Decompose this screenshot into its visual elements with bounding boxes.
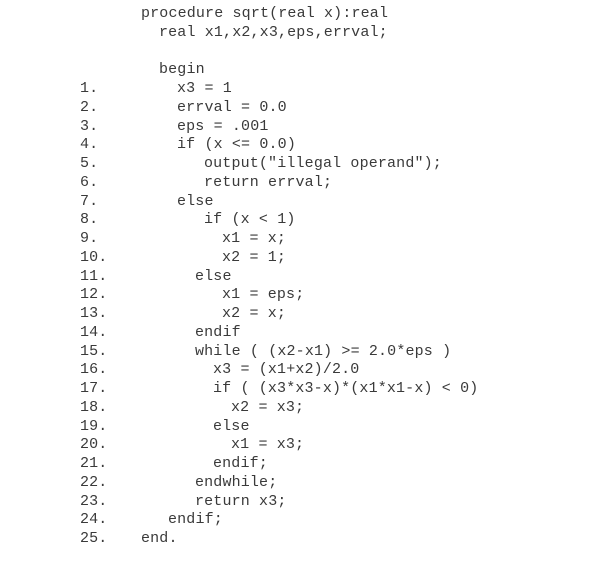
code-text: endif; bbox=[213, 455, 268, 472]
code-text: endif bbox=[195, 323, 241, 341]
code-text: x1 = x; bbox=[222, 230, 287, 247]
code-line: 6. return errval; bbox=[0, 174, 592, 193]
code-line: 21. endif; bbox=[0, 455, 592, 474]
code-line: 9. x1 = x; bbox=[0, 230, 592, 249]
code-line: 20. x1 = x3; bbox=[0, 436, 592, 455]
code-line: 16. x3 = (x1+x2)/2.0 bbox=[0, 361, 592, 380]
line-number: 2. bbox=[80, 98, 99, 116]
line-number: 11. bbox=[80, 267, 108, 285]
code-line: 7. else bbox=[0, 193, 592, 212]
code-line: 18. x2 = x3; bbox=[0, 399, 592, 418]
code-text: else bbox=[195, 267, 232, 285]
line-number: 13. bbox=[80, 305, 108, 322]
code-line: 4. if (x <= 0.0) bbox=[0, 136, 592, 155]
code-text: else bbox=[213, 417, 250, 435]
code-text: if (x < 1) bbox=[204, 211, 296, 229]
code-line: 5. output("illegal operand"); bbox=[0, 155, 592, 174]
line-number: 7. bbox=[80, 192, 99, 210]
line-number: 1. bbox=[80, 80, 99, 97]
code-text: errval = 0.0 bbox=[177, 98, 287, 116]
code-line: 25. end. bbox=[0, 530, 592, 549]
line-number: 22. bbox=[80, 473, 108, 491]
code-line: 3. eps = .001 bbox=[0, 118, 592, 137]
line-number: 21. bbox=[80, 455, 108, 472]
code-line: 14. endif bbox=[0, 324, 592, 343]
line-number: 9. bbox=[80, 230, 99, 247]
code-text: endif; bbox=[168, 511, 223, 529]
code-line: 24. endif; bbox=[0, 511, 592, 530]
code-line: 10. x2 = 1; bbox=[0, 249, 592, 268]
line-number: 14. bbox=[80, 323, 108, 341]
code-line: 17. if ( (x3*x3-x)*(x1*x1-x) < 0) bbox=[0, 380, 592, 399]
code-text: output("illegal operand"); bbox=[204, 155, 442, 172]
code-text: begin bbox=[159, 61, 205, 79]
line-number: 24. bbox=[80, 511, 108, 529]
code-text: x3 = 1 bbox=[177, 80, 232, 97]
code-line: 1. x3 = 1 bbox=[0, 80, 592, 99]
code-text: real x1,x2,x3,eps,errval; bbox=[159, 23, 388, 41]
line-number: 17. bbox=[80, 380, 108, 397]
line-number: 19. bbox=[80, 417, 108, 435]
line-number: 15. bbox=[80, 342, 108, 360]
line-number: 23. bbox=[80, 492, 108, 510]
code-text: x1 = eps; bbox=[222, 286, 305, 304]
code-line: 12. x1 = eps; bbox=[0, 286, 592, 305]
code-text: x2 = x3; bbox=[231, 398, 305, 416]
code-line: 19. else bbox=[0, 418, 592, 437]
line-number: 16. bbox=[80, 361, 108, 379]
code-text: if (x <= 0.0) bbox=[177, 136, 296, 154]
code-line: 22. endwhile; bbox=[0, 474, 592, 493]
code-text: x3 = (x1+x2)/2.0 bbox=[213, 361, 360, 379]
code-text: endwhile; bbox=[195, 473, 278, 491]
line-number: 3. bbox=[80, 117, 99, 135]
code-line: begin bbox=[0, 61, 592, 80]
code-line: 15. while ( (x2-x1) >= 2.0*eps ) bbox=[0, 343, 592, 362]
code-line: 13. x2 = x; bbox=[0, 305, 592, 324]
code-line: 11. else bbox=[0, 268, 592, 287]
line-number: 25. bbox=[80, 530, 108, 547]
line-number: 20. bbox=[80, 436, 108, 454]
code-text: x2 = 1; bbox=[222, 248, 287, 266]
code-text: procedure sqrt(real x):real bbox=[141, 5, 389, 22]
code-line: procedure sqrt(real x):real bbox=[0, 5, 592, 24]
code-text: while ( (x2-x1) >= 2.0*eps ) bbox=[195, 342, 452, 360]
code-text: end. bbox=[141, 530, 178, 547]
code-line: 2. errval = 0.0 bbox=[0, 99, 592, 118]
code-text: return errval; bbox=[204, 173, 333, 191]
code-line: 23. return x3; bbox=[0, 493, 592, 512]
line-number: 4. bbox=[80, 136, 99, 154]
line-number: 6. bbox=[80, 173, 99, 191]
code-text: x2 = x; bbox=[222, 305, 287, 322]
code-listing: procedure sqrt(real x):real real x1,x2,x3… bbox=[0, 5, 592, 549]
line-number: 18. bbox=[80, 398, 108, 416]
code-text: else bbox=[177, 192, 214, 210]
line-number: 10. bbox=[80, 248, 108, 266]
line-number: 8. bbox=[80, 211, 99, 229]
code-text: x1 = x3; bbox=[231, 436, 305, 454]
code-text: return x3; bbox=[195, 492, 287, 510]
line-number: 5. bbox=[80, 155, 99, 172]
code-listing-page: procedure sqrt(real x):real real x1,x2,x3… bbox=[0, 0, 592, 584]
code-line: 8. if (x < 1) bbox=[0, 211, 592, 230]
line-number: 12. bbox=[80, 286, 108, 304]
code-text: if ( (x3*x3-x)*(x1*x1-x) < 0) bbox=[213, 380, 479, 397]
code-line: real x1,x2,x3,eps,errval; bbox=[0, 24, 592, 43]
code-text: eps = .001 bbox=[177, 117, 269, 135]
